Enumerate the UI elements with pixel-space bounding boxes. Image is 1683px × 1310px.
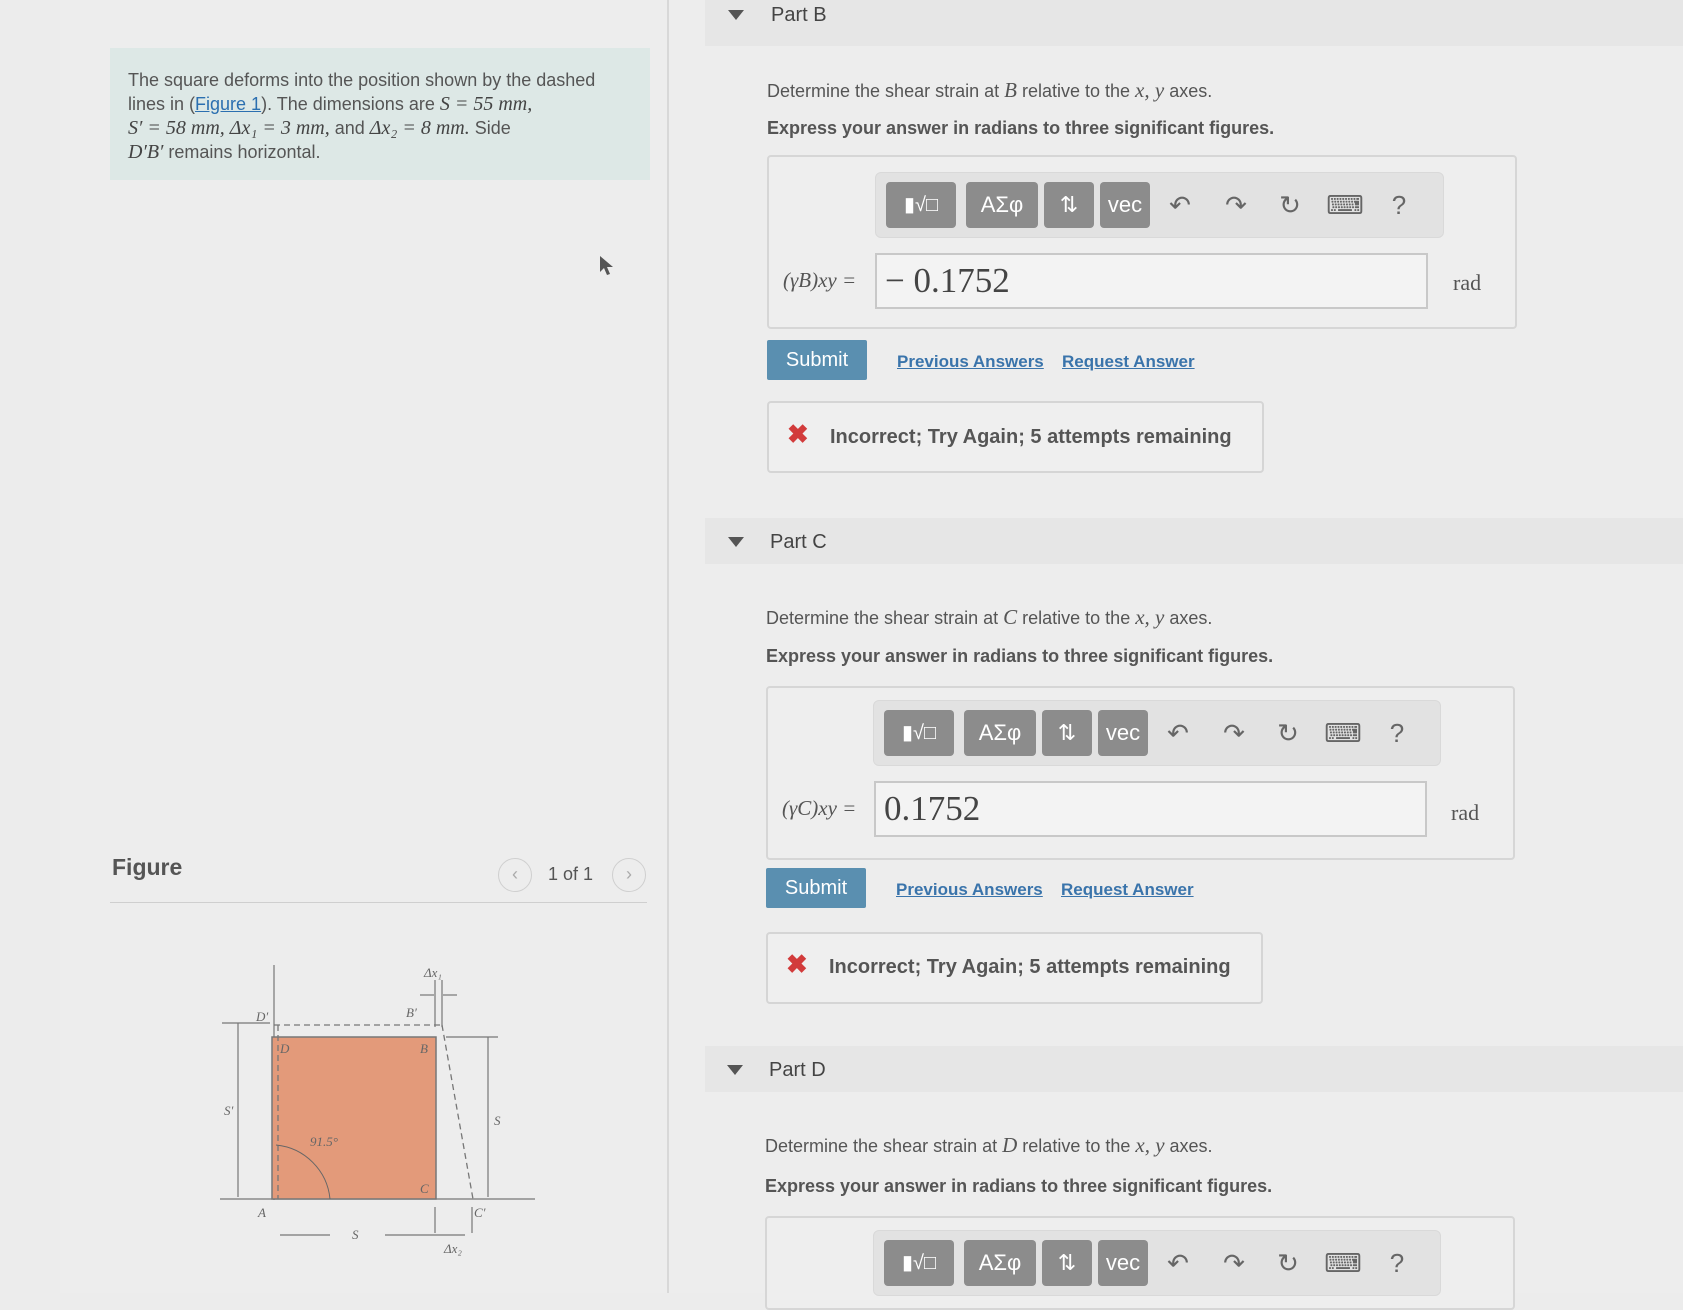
vector-button[interactable]: vec	[1100, 182, 1150, 228]
part-d-prompt: Determine the shear strain at D relative…	[765, 1133, 1213, 1157]
part-b-answer-input[interactable]: − 0.1752	[875, 253, 1428, 309]
greek-symbols-button[interactable]: ΑΣφ	[964, 1240, 1036, 1286]
keyboard-icon[interactable]: ⌨	[1323, 710, 1363, 756]
mouse-cursor-icon	[600, 256, 613, 275]
part-b-submit-button[interactable]: Submit	[767, 340, 867, 380]
label-d-prime: D′	[255, 1009, 268, 1024]
vector-button[interactable]: vec	[1098, 710, 1148, 756]
chevron-right-icon: ›	[626, 864, 632, 884]
greek-symbols-button[interactable]: ΑΣφ	[966, 182, 1038, 228]
previous-figure-button[interactable]: ‹	[498, 858, 532, 892]
label-a: A	[257, 1205, 266, 1220]
part-c-request-answer-link[interactable]: Request Answer	[1061, 880, 1194, 900]
part-d-header[interactable]	[705, 1046, 1683, 1092]
part-b-unit: rad	[1453, 270, 1482, 295]
part-c-variable-label: (γC)xy =	[782, 796, 857, 820]
figure-link[interactable]: Figure 1	[195, 94, 261, 114]
keyboard-icon[interactable]: ⌨	[1323, 1240, 1363, 1286]
part-c-instructions: Express your answer in radians to three …	[766, 646, 1274, 666]
incorrect-x-icon: ✖	[786, 949, 808, 979]
reset-icon[interactable]: ↻	[1268, 1240, 1308, 1286]
label-dx2: Δx₂	[443, 1241, 462, 1256]
part-c-feedback-text: Incorrect; Try Again; 5 attempts remaini…	[829, 956, 1231, 978]
label-b-prime: B′	[406, 1005, 417, 1020]
help-icon[interactable]: ?	[1377, 1240, 1417, 1286]
part-c-unit: rad	[1451, 800, 1480, 825]
label-dx1: Δx₁	[423, 965, 442, 980]
arrows-button[interactable]: ⇅	[1044, 182, 1094, 228]
redo-icon[interactable]: ↷	[1216, 182, 1256, 228]
help-icon[interactable]: ?	[1379, 182, 1419, 228]
part-c-toolbar: ▮√□ ΑΣφ ⇅ vec ↶ ↷ ↻ ⌨ ?	[873, 700, 1441, 766]
part-d-toolbar: ▮√□ ΑΣφ ⇅ vec ↶ ↷ ↻ ⌨ ?	[873, 1230, 1441, 1296]
caret-down-icon[interactable]	[728, 10, 744, 20]
figure-divider	[110, 902, 647, 903]
original-square	[271, 1036, 437, 1200]
label-d: D	[279, 1041, 290, 1056]
label-s-prime: S′	[224, 1103, 234, 1118]
arrows-button[interactable]: ⇅	[1042, 710, 1092, 756]
redo-icon[interactable]: ↷	[1214, 1240, 1254, 1286]
figure-heading: Figure	[112, 854, 183, 880]
caret-down-icon[interactable]	[728, 537, 744, 547]
part-d-title: Part D	[769, 1059, 826, 1081]
label-b: B	[420, 1041, 428, 1056]
part-c-title: Part C	[770, 531, 827, 553]
part-b-previous-answers-link[interactable]: Previous Answers	[897, 352, 1044, 372]
next-figure-button[interactable]: ›	[612, 858, 646, 892]
templates-button[interactable]: ▮√□	[886, 182, 956, 228]
part-c-previous-answers-link[interactable]: Previous Answers	[896, 880, 1043, 900]
undo-icon[interactable]: ↶	[1158, 1240, 1198, 1286]
incorrect-x-icon: ✖	[787, 419, 809, 449]
templates-button[interactable]: ▮√□	[884, 710, 954, 756]
label-angle: 91.5°	[310, 1134, 338, 1149]
reset-icon[interactable]: ↻	[1270, 182, 1310, 228]
greek-symbols-button[interactable]: ΑΣφ	[964, 710, 1036, 756]
reset-icon[interactable]: ↻	[1268, 710, 1308, 756]
chevron-left-icon: ‹	[512, 864, 518, 884]
templates-button[interactable]: ▮√□	[884, 1240, 954, 1286]
part-c-submit-button[interactable]: Submit	[766, 868, 866, 908]
part-b-toolbar: ▮√□ ΑΣφ ⇅ vec ↶ ↷ ↻ ⌨ ?	[875, 172, 1444, 238]
problem-statement: The square deforms into the position sho…	[128, 70, 596, 163]
part-c-prompt: Determine the shear strain at C relative…	[766, 605, 1213, 629]
undo-icon[interactable]: ↶	[1158, 710, 1198, 756]
part-c-header[interactable]	[705, 518, 1683, 564]
part-b-title: Part B	[771, 4, 827, 26]
part-d-instructions: Express your answer in radians to three …	[765, 1176, 1273, 1196]
vector-button[interactable]: vec	[1098, 1240, 1148, 1286]
part-b-variable-label: (γB)xy =	[783, 268, 857, 292]
figure-pager: 1 of 1	[548, 864, 594, 884]
label-s-bottom: S	[352, 1227, 359, 1242]
part-b-prompt: Determine the shear strain at B relative…	[767, 78, 1213, 102]
redo-icon[interactable]: ↷	[1214, 710, 1254, 756]
caret-down-icon[interactable]	[727, 1065, 743, 1075]
label-c: C	[420, 1181, 429, 1196]
part-b-feedback-text: Incorrect; Try Again; 5 attempts remaini…	[830, 426, 1232, 448]
label-s-right: S	[494, 1113, 501, 1128]
help-icon[interactable]: ?	[1377, 710, 1417, 756]
deformation-figure: D′ B′ D B A C C′ S′ S S 91.5° Δx₁ Δx₂	[220, 965, 535, 1256]
part-b-request-answer-link[interactable]: Request Answer	[1062, 352, 1195, 372]
dashed-edge-b-c	[441, 1024, 474, 1200]
arrows-button[interactable]: ⇅	[1042, 1240, 1092, 1286]
label-c-prime: C′	[474, 1205, 486, 1220]
part-b-instructions: Express your answer in radians to three …	[767, 118, 1275, 138]
keyboard-icon[interactable]: ⌨	[1325, 182, 1365, 228]
part-b-header[interactable]	[705, 0, 1683, 46]
undo-icon[interactable]: ↶	[1160, 182, 1200, 228]
part-c-answer-input[interactable]: 0.1752	[874, 781, 1427, 837]
